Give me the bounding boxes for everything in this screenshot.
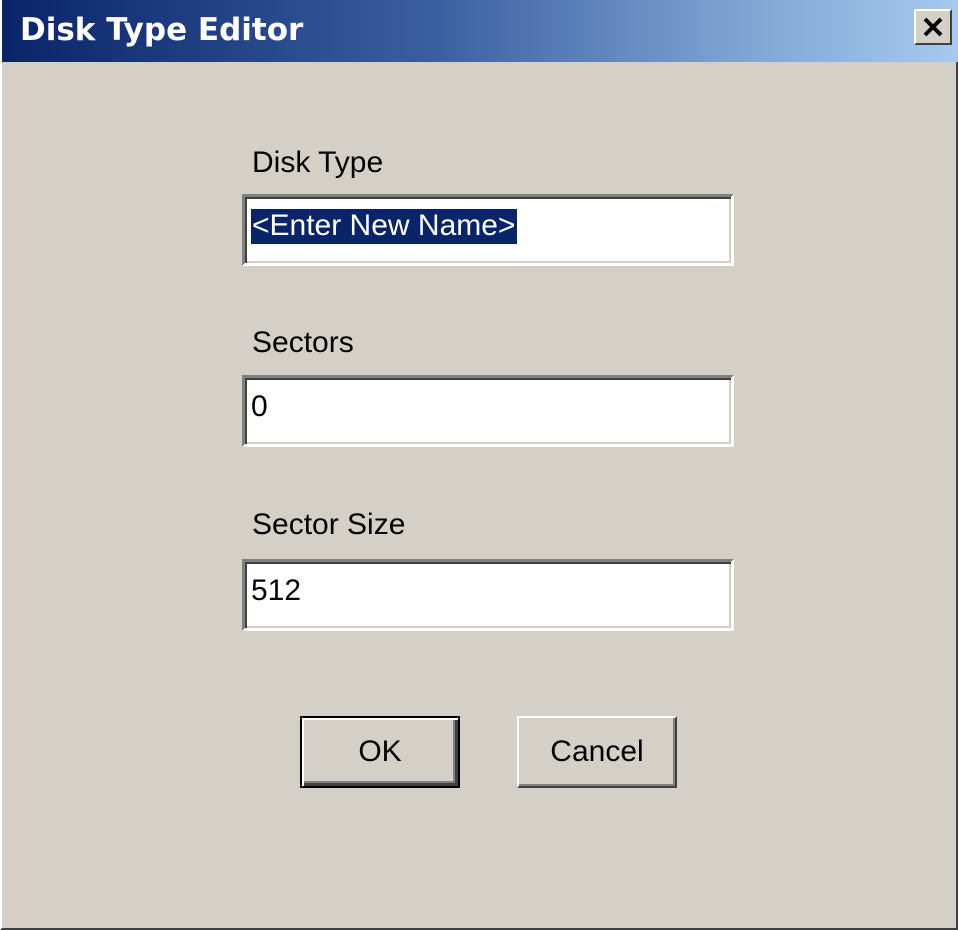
- cancel-button[interactable]: Cancel: [517, 716, 677, 788]
- disk-type-input[interactable]: <Enter New Name>: [242, 194, 734, 266]
- close-icon: [922, 17, 944, 37]
- sector-size-value: 512: [251, 574, 302, 607]
- ok-button[interactable]: OK: [300, 716, 460, 788]
- close-button[interactable]: [914, 9, 952, 45]
- ok-button-label: OK: [358, 735, 402, 768]
- sectors-label: Sectors: [252, 326, 354, 359]
- window-title: Disk Type Editor: [20, 12, 304, 48]
- sector-size-label: Sector Size: [252, 508, 406, 541]
- sector-size-input[interactable]: 512: [242, 559, 734, 631]
- title-bar[interactable]: Disk Type Editor: [2, 0, 958, 62]
- disk-type-label: Disk Type: [252, 146, 384, 179]
- cancel-button-label: Cancel: [550, 735, 644, 768]
- sectors-value: 0: [251, 390, 268, 423]
- dialog-window: Disk Type Editor Disk Type <Enter New Na…: [0, 0, 958, 930]
- sectors-input[interactable]: 0: [242, 375, 734, 447]
- disk-type-value: <Enter New Name>: [251, 209, 518, 244]
